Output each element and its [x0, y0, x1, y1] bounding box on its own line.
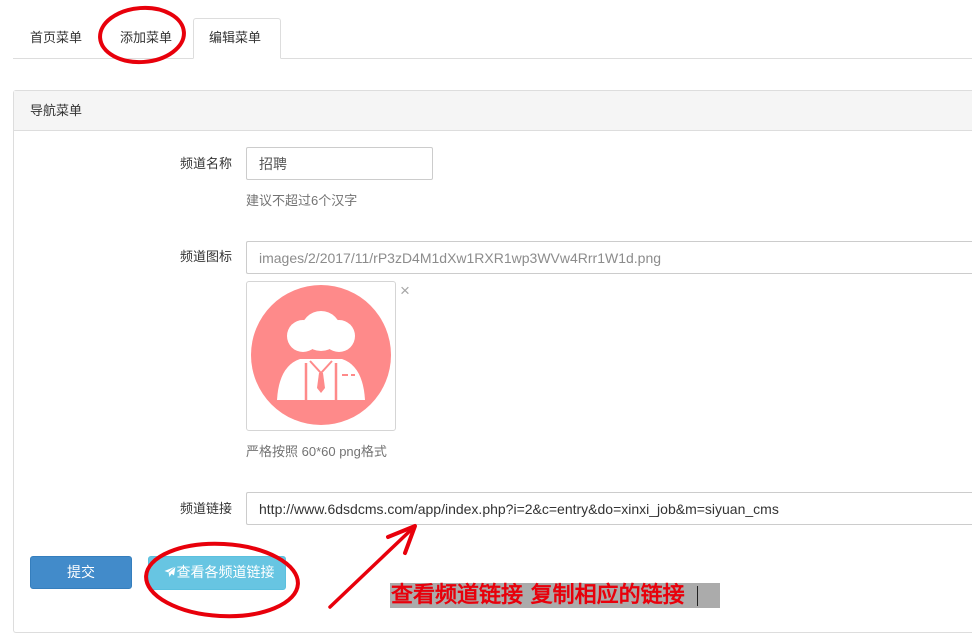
people-group-icon [251, 285, 391, 425]
channel-name-label: 频道名称 [179, 156, 232, 171]
channel-name-help: 建议不超过6个汉字 [246, 193, 358, 208]
panel-heading: 导航菜单 [14, 91, 972, 131]
channel-icon-label: 频道图标 [179, 249, 232, 264]
annotation-text: 查看频道链接 复制相应的链接 [391, 582, 685, 608]
remove-icon-button[interactable]: × [398, 282, 412, 300]
tab-add-menu[interactable]: 添加菜单 [103, 18, 187, 58]
view-channel-links-label: 查看各频道链接 [176, 564, 275, 580]
submit-button[interactable]: 提交 [30, 556, 132, 589]
channel-icon-path-input[interactable] [246, 241, 972, 274]
tab-edit-menu[interactable]: 编辑菜单 [193, 18, 281, 59]
text-cursor [697, 586, 698, 606]
view-channel-links-button[interactable]: 查看各频道链接 [148, 556, 286, 590]
channel-name-input[interactable] [246, 147, 433, 180]
paper-plane-icon [164, 566, 176, 577]
tab-home-menu[interactable]: 首页菜单 [13, 18, 97, 58]
tab-bar-divider [13, 58, 972, 59]
channel-link-input[interactable] [246, 492, 972, 525]
channel-link-label: 频道链接 [179, 501, 232, 516]
channel-icon-thumbnail[interactable] [246, 281, 396, 431]
channel-icon-help: 严格按照 60*60 png格式 [246, 444, 387, 459]
annotation-highlight: 查看频道链接 复制相应的链接 [390, 583, 720, 608]
